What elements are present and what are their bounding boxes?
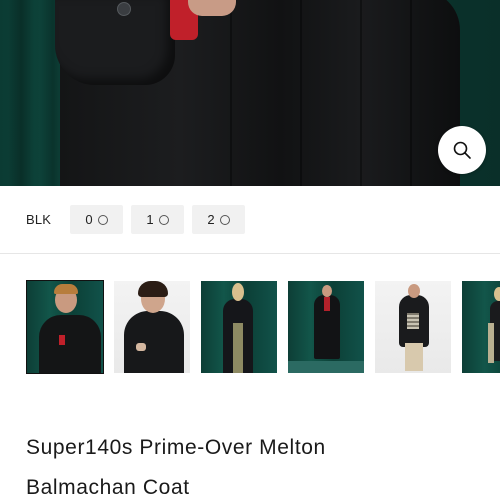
product-title-line1: Super140s Prime-Over Melton (26, 436, 326, 459)
thumbnail-strip[interactable] (26, 280, 500, 374)
thumbnail-5[interactable] (374, 280, 452, 374)
model-trousers (488, 323, 494, 363)
coat-lining (59, 335, 65, 345)
model-hand (188, 0, 236, 16)
thumbnail-2[interactable] (113, 280, 191, 374)
size-label: 2 (207, 212, 215, 227)
thumbnail-4[interactable] (287, 280, 365, 374)
coat-fold (360, 0, 362, 186)
circle-available-icon (219, 214, 230, 225)
model-head (494, 287, 500, 301)
product-title-line2: Balmachan Coat (26, 476, 190, 499)
coat-sleeve (55, 0, 175, 85)
model-trousers (233, 323, 243, 373)
product-main-image[interactable] (0, 0, 500, 186)
size-label: 0 (85, 212, 93, 227)
coat-button (117, 2, 131, 16)
model-knit (407, 313, 419, 329)
coat-fold (410, 0, 412, 186)
model-hand (136, 343, 146, 351)
color-label: BLK (26, 212, 52, 227)
curtain-fold (8, 0, 34, 186)
model-coat (39, 315, 101, 373)
floor (288, 361, 364, 373)
model-hair (54, 284, 78, 294)
search-icon (453, 141, 471, 159)
model-hair (138, 281, 168, 297)
size-label: 1 (146, 212, 154, 227)
thumbnail-6[interactable] (461, 280, 500, 374)
model-head (232, 283, 244, 301)
circle-available-icon (158, 214, 169, 225)
product-title: Super140s Prime-Over Melton Balmachan Co… (26, 428, 486, 500)
size-option-0[interactable]: 0 (70, 205, 123, 234)
zoom-button[interactable] (438, 126, 486, 174)
model-coat (124, 311, 184, 373)
model-head (408, 284, 420, 298)
circle-available-icon (97, 214, 108, 225)
coat-lining (324, 297, 330, 311)
coat-fold (230, 0, 232, 186)
model-trousers (405, 343, 423, 371)
coat-fold (300, 0, 302, 186)
variant-selector: BLK 0 1 2 (0, 186, 500, 254)
thumbnail-1[interactable] (26, 280, 104, 374)
size-option-2[interactable]: 2 (192, 205, 245, 234)
thumbnail-3[interactable] (200, 280, 278, 374)
size-option-1[interactable]: 1 (131, 205, 184, 234)
model-head (322, 285, 332, 297)
